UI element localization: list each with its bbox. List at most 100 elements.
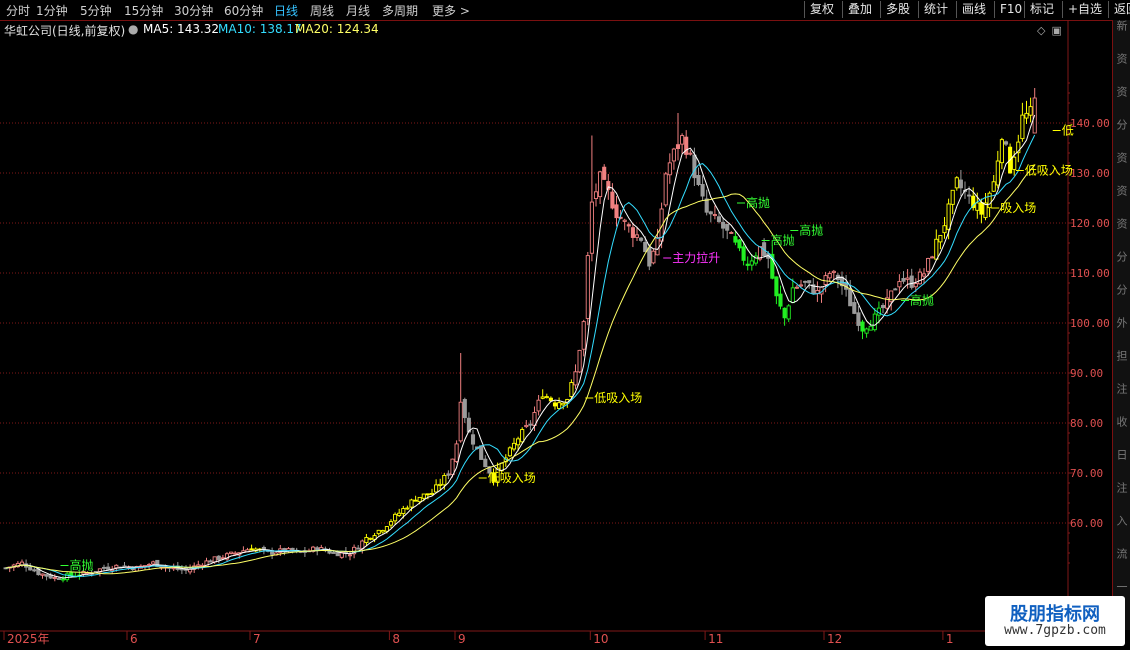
candle-body [335, 552, 340, 557]
candle-body [552, 402, 558, 407]
right-panel-char: 注 [1115, 482, 1128, 493]
annotation-label: 低 [1062, 124, 1074, 138]
candle-body [848, 288, 853, 307]
candle-body [1020, 114, 1025, 140]
watermark-url: www.7gpzb.com [1004, 623, 1106, 638]
candle-body [147, 564, 152, 566]
candle-body [856, 312, 861, 326]
candle-body [667, 162, 672, 176]
right-panel-char: 分 [1115, 284, 1128, 295]
x-tick-label: 8 [392, 632, 400, 646]
candle-body [405, 507, 410, 510]
candle-body [737, 239, 742, 249]
candle-body [216, 555, 221, 561]
right-panel-char: 注 [1115, 383, 1128, 394]
right-panel-char: 资 [1115, 86, 1128, 97]
tool-button-3[interactable]: 统计 [918, 1, 953, 18]
candle-body [548, 397, 553, 402]
tool-button-1[interactable]: 叠加 [842, 1, 877, 18]
kline-chart[interactable]: 60.00 70.00 80.00 90.00 100.00 110.00 120.00 13… [0, 20, 1112, 650]
candle-body [704, 198, 709, 213]
candle-body [716, 216, 722, 222]
candle-body [458, 401, 463, 442]
candle-body [401, 508, 406, 514]
period-tab-0[interactable]: 分时 [6, 2, 30, 19]
candle-body [946, 203, 951, 230]
candle-body [421, 493, 426, 499]
tool-button-5[interactable]: F10 [994, 1, 1027, 18]
candle-body [598, 171, 603, 198]
candle-body [655, 237, 660, 256]
right-panel-char: 分 [1115, 119, 1128, 130]
candle-body [516, 438, 521, 446]
period-tab-9[interactable]: 多周期 [382, 2, 418, 19]
candle-body [536, 399, 541, 412]
period-tab-3[interactable]: 15分钟 [124, 2, 163, 19]
period-tab-1[interactable]: 1分钟 [36, 2, 68, 19]
tool-button-8[interactable]: 返回 [1108, 1, 1130, 18]
tool-button-4[interactable]: 画线 [956, 1, 991, 18]
candle-body [589, 201, 594, 254]
candle-body [741, 246, 746, 261]
candle-body [1003, 141, 1009, 145]
candle-body [1024, 112, 1029, 119]
candle-body [155, 559, 160, 567]
period-tab-7[interactable]: 周线 [310, 2, 334, 19]
candle-body [725, 223, 730, 231]
candle-body [630, 227, 635, 238]
candle-body [101, 566, 107, 569]
candle-body [995, 160, 1000, 186]
tool-button-6[interactable]: 标记 [1024, 1, 1059, 18]
candle-body [778, 293, 783, 307]
candle-body [692, 154, 697, 179]
candle-body [233, 552, 238, 555]
candle-body [528, 423, 533, 426]
period-tab-6[interactable]: 日线 [274, 2, 298, 19]
candle-body [794, 286, 799, 289]
candle-body [347, 554, 353, 557]
candle-body [106, 566, 111, 570]
candle-body [196, 564, 201, 567]
candle-body [803, 280, 808, 283]
candle-body [1028, 106, 1033, 116]
candle-body [868, 325, 873, 331]
x-tick-label: 11 [708, 632, 723, 646]
right-side-panel: 新资资分资资资分分外担注收日注入流一 [1112, 20, 1130, 630]
period-tab-5[interactable]: 60分钟 [224, 2, 263, 19]
candle-body [40, 573, 45, 576]
period-tab-10[interactable]: 更多 > [432, 2, 470, 19]
candle-body [470, 434, 476, 445]
candle-body [745, 263, 750, 266]
candle-body [700, 184, 705, 197]
candle-body [52, 577, 57, 579]
candle-body [446, 473, 451, 476]
period-tab-4[interactable]: 30分钟 [174, 2, 213, 19]
candle-body [905, 277, 910, 280]
y-tick-label: 100.00 [1070, 317, 1110, 330]
y-tick-label: 120.00 [1070, 217, 1110, 230]
right-panel-char: 资 [1115, 185, 1128, 196]
tool-button-2[interactable]: 多股 [880, 1, 915, 18]
candle-body [540, 396, 545, 399]
candle-body [643, 241, 648, 253]
x-tick-label: 9 [458, 632, 466, 646]
candle-body [782, 307, 787, 319]
period-tab-8[interactable]: 月线 [346, 2, 370, 19]
candle-body [544, 396, 549, 399]
candle-body [897, 281, 902, 288]
period-tab-2[interactable]: 5分钟 [80, 2, 112, 19]
candle-body [975, 202, 980, 211]
candle-body [880, 305, 886, 309]
candle-body [364, 537, 369, 543]
x-tick-label: 1 [946, 632, 954, 646]
tool-button-7[interactable]: +自选 [1062, 1, 1107, 18]
tool-button-0[interactable]: 复权 [804, 1, 839, 18]
ma5-line [5, 114, 1036, 579]
candle-body [331, 552, 336, 554]
candle-body [462, 399, 467, 419]
candle-body [557, 402, 562, 409]
candle-body [376, 529, 381, 535]
candle-body [208, 560, 213, 563]
candle-body [368, 537, 373, 540]
candle-body [483, 458, 488, 468]
